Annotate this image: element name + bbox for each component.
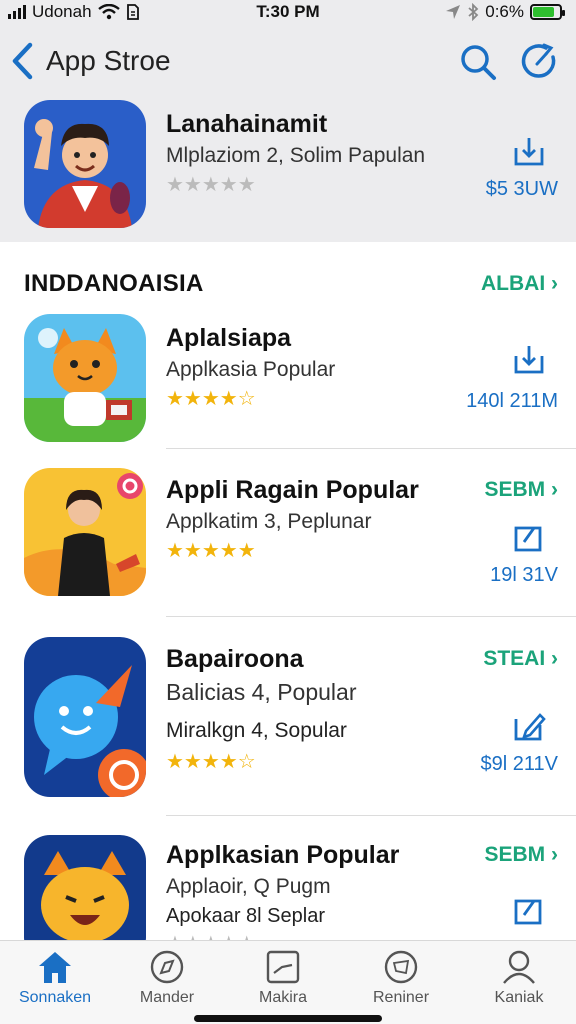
download-icon[interactable] xyxy=(512,520,546,554)
chevron-left-icon xyxy=(12,42,33,80)
tab-makira[interactable]: Makira xyxy=(228,949,338,1007)
tab-reniner[interactable]: Reniner xyxy=(346,949,456,1007)
featured-rating-stars: ★★★★★ xyxy=(166,174,256,196)
battery-percent: 0:6% xyxy=(485,2,524,21)
section-header: INDDANOAISIA ALBAI › xyxy=(0,258,576,312)
app-size: 140l 211M xyxy=(466,390,558,412)
home-indicator xyxy=(194,1015,382,1022)
navigation-bar: App Stroe xyxy=(0,26,576,96)
battery-icon xyxy=(530,4,565,20)
app-name: Appli Ragain Popular xyxy=(166,476,419,504)
download-icon[interactable] xyxy=(512,342,546,376)
tab-label: Sonnaken xyxy=(18,989,92,1006)
bluetooth-icon xyxy=(468,3,479,21)
app-subtitle: Balicias 4, Popular xyxy=(166,679,357,705)
rating-stars: ★★★★☆ xyxy=(166,751,256,773)
battery-fill xyxy=(533,7,554,17)
featured-app-subtitle: Mlplaziom 2, Solim Papulan xyxy=(166,144,426,167)
row-divider xyxy=(166,815,576,816)
app-action-link[interactable]: STEAI › xyxy=(483,647,558,671)
rating-stars: ★★★★★ xyxy=(166,540,256,562)
tab-label: Kaniak xyxy=(494,989,544,1006)
tab-bar: Sonnaken Mander Makira Reniner Kaniak xyxy=(0,940,576,1024)
app-action-link[interactable]: SEBM › xyxy=(485,478,559,502)
status-right: 0:6% xyxy=(445,2,565,22)
cartoon-cat-icon xyxy=(24,314,146,442)
search-icon[interactable] xyxy=(458,42,498,82)
featured-price: $5 3UW xyxy=(485,178,558,200)
download-icon[interactable] xyxy=(512,893,546,927)
woman-sitting-icon xyxy=(24,468,146,596)
row-divider xyxy=(166,448,576,449)
download-icon[interactable] xyxy=(512,134,546,168)
app-action-link[interactable]: SEBM › xyxy=(485,843,559,867)
tab-mander[interactable]: Mander xyxy=(112,949,222,1007)
app-subtitle-secondary: Apokaar 8l Seplar xyxy=(166,905,325,927)
featured-app-name: Lanahainamit xyxy=(166,110,328,138)
section-title: INDDANOAISIA xyxy=(24,270,204,297)
edit-icon[interactable] xyxy=(512,709,546,743)
tab-kaniak[interactable]: Kaniak xyxy=(464,949,574,1007)
nav-title: App Stroe xyxy=(46,45,171,76)
featured-app-card[interactable]: Lanahainamit Mlplaziom 2, Solim Papulan … xyxy=(0,96,576,242)
chart-icon xyxy=(266,950,300,984)
rating-stars: ★★★★☆ xyxy=(166,388,256,410)
tab-sonnaken[interactable]: Sonnaken xyxy=(0,949,110,1007)
home-icon xyxy=(39,952,71,983)
app-subtitle: Applaoir, Q Pugm xyxy=(166,875,331,898)
person-icon xyxy=(503,950,535,984)
app-size: 19l 31V xyxy=(490,564,558,586)
back-button[interactable]: App Stroe xyxy=(10,40,171,82)
app-subtitle-secondary: Miralkgn 4, Sopular xyxy=(166,719,347,742)
tab-label: Mander xyxy=(139,989,195,1006)
app-subtitle: Applkasia Popular xyxy=(166,358,336,381)
app-name: Bapairoona xyxy=(166,645,304,673)
app-name: Applkasian Popular xyxy=(166,841,400,869)
cartoon-man-waving-icon xyxy=(24,100,146,228)
rating-stars: ★★★★★ xyxy=(166,931,256,940)
list-item[interactable]: Bapairoona STEAI › Balicias 4, Popular M… xyxy=(0,617,576,817)
tab-label: Reniner xyxy=(372,989,430,1006)
compass-icon xyxy=(150,950,184,984)
app-name: Aplalsiapa xyxy=(166,324,292,352)
refresh-icon[interactable] xyxy=(520,42,560,82)
app-size: $9l 211V xyxy=(480,753,558,775)
cartoon-fox-icon xyxy=(24,835,146,940)
list-item[interactable]: Appli Ragain Popular SEBM › Applkatim 3,… xyxy=(0,462,576,617)
list-item[interactable]: Aplalsiapa Applkasia Popular ★★★★☆ 140l … xyxy=(0,312,576,462)
app-subtitle: Applkatim 3, Peplunar xyxy=(166,510,372,533)
status-bar: Udonah T:30 PM 0:6% xyxy=(0,0,576,26)
location-icon xyxy=(446,5,461,19)
see-all-link[interactable]: ALBAI › xyxy=(481,272,558,296)
list-item[interactable]: Applkasian Popular SEBM › Applaoir, Q Pu… xyxy=(0,817,576,940)
chat-bubble-icon xyxy=(24,637,146,797)
tab-label: Makira xyxy=(258,989,307,1006)
badge-icon xyxy=(384,950,418,984)
